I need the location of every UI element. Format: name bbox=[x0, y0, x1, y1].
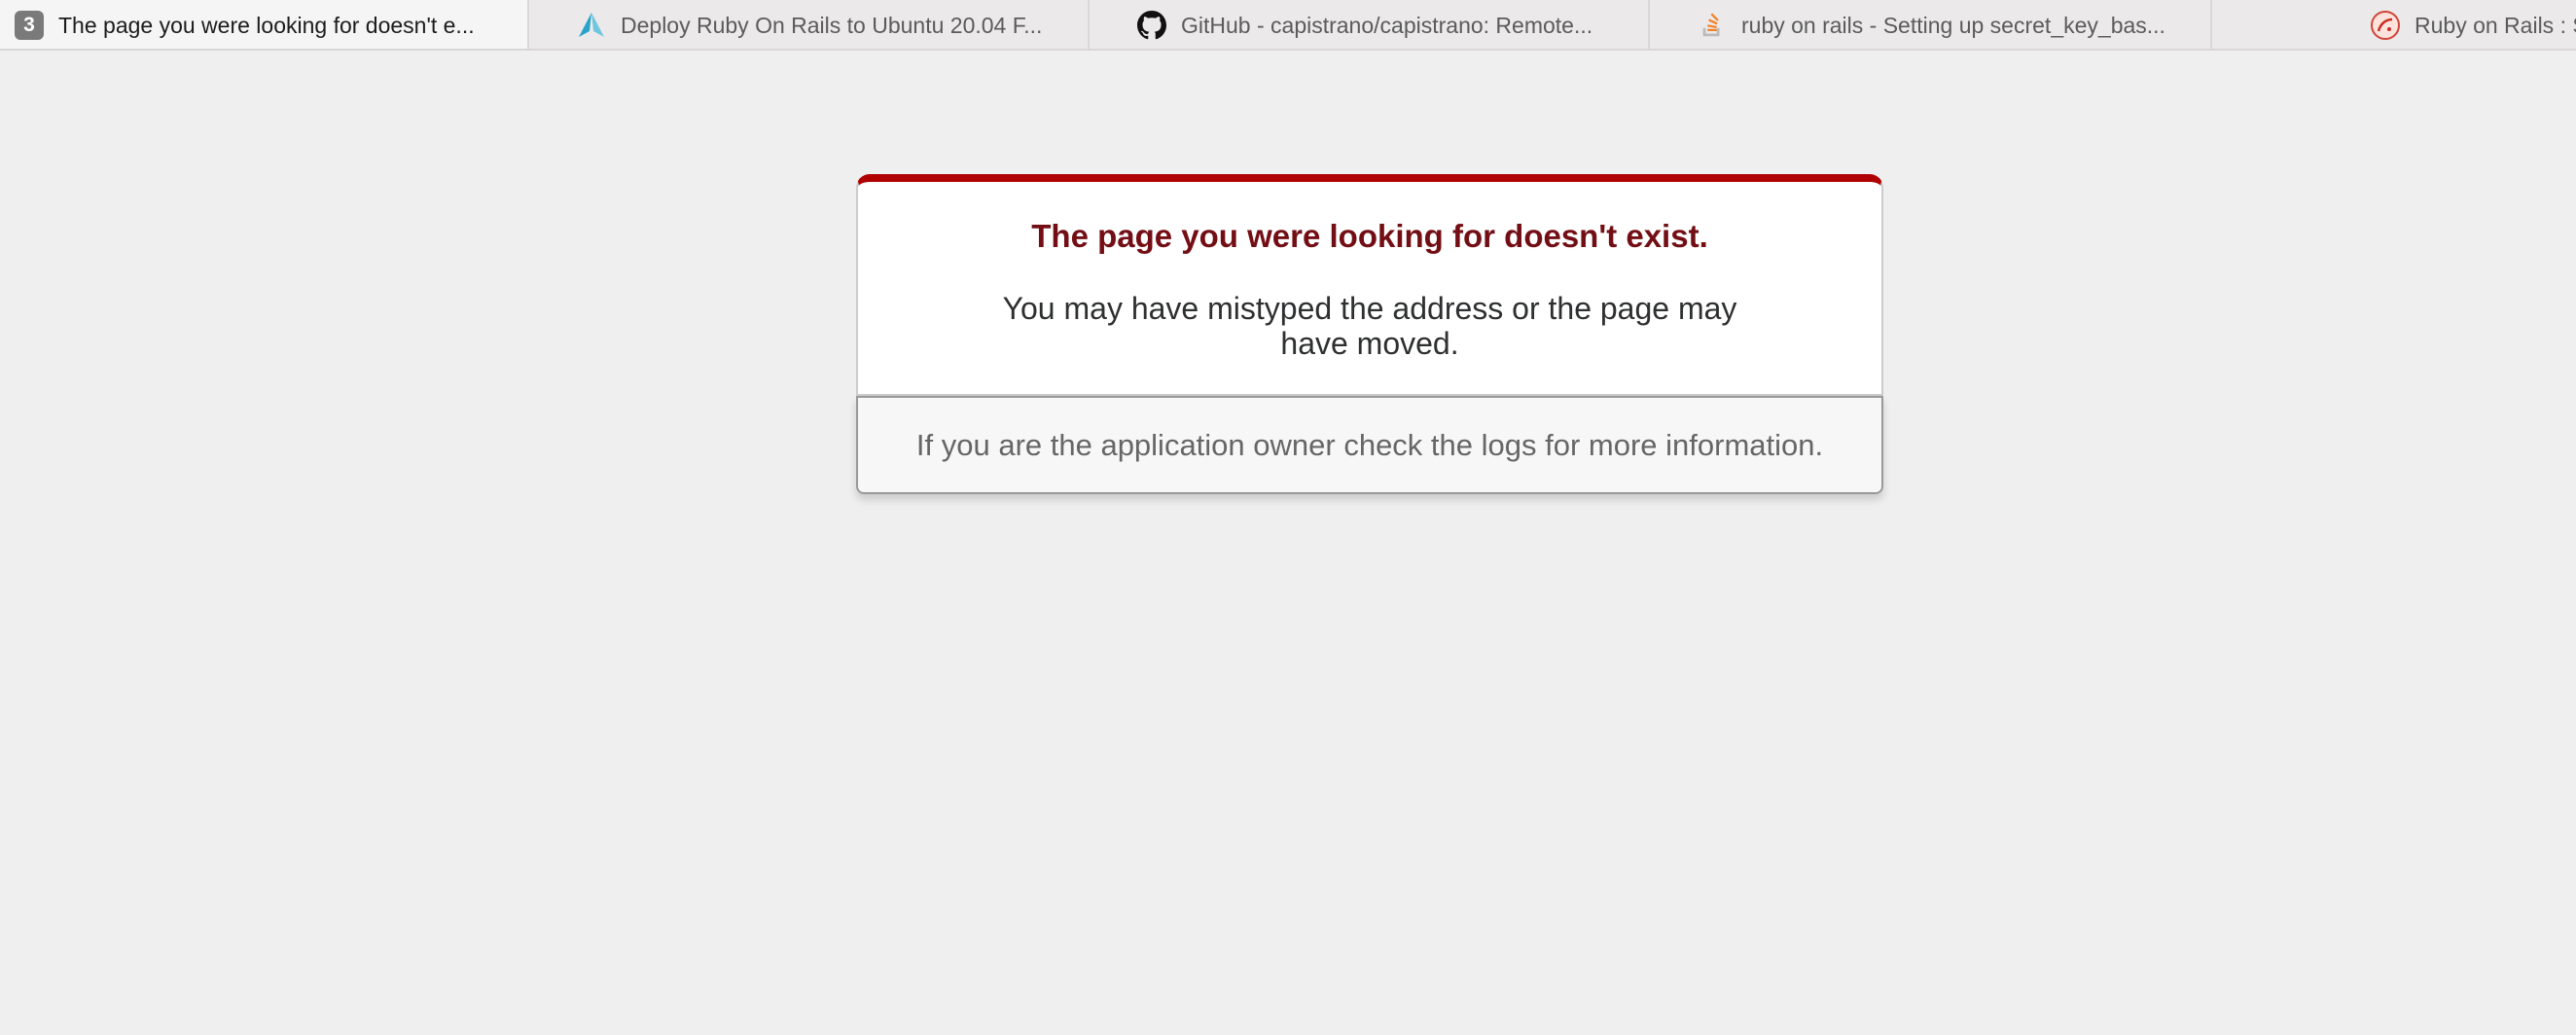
tab-ruby-on-rails[interactable]: Ruby on Rails : S bbox=[2212, 0, 2576, 49]
stackoverflow-icon bbox=[1697, 10, 1728, 41]
error-dialog: The page you were looking for doesn't ex… bbox=[856, 174, 1883, 494]
tab-title: ruby on rails - Setting up secret_key_ba… bbox=[1741, 12, 2165, 38]
error-message: You may have mistyped the address or the… bbox=[1002, 290, 1737, 361]
browser-tab-bar: 3 The page you were looking for doesn't … bbox=[0, 0, 2576, 51]
tab-github-capistrano[interactable]: GitHub - capistrano/capistrano: Remote..… bbox=[1090, 0, 1650, 49]
error-heading: The page you were looking for doesn't ex… bbox=[1031, 218, 1708, 254]
gorails-icon bbox=[576, 10, 607, 41]
tab-count-badge: 3 bbox=[15, 11, 44, 40]
tab-title: The page you were looking for doesn't e.… bbox=[58, 12, 475, 38]
tab-404-page[interactable]: 3 The page you were looking for doesn't … bbox=[0, 0, 529, 49]
tab-count-badge-icon: 3 bbox=[14, 10, 45, 41]
github-icon bbox=[1136, 10, 1167, 41]
tab-deploy-ruby-on-rails[interactable]: Deploy Ruby On Rails to Ubuntu 20.04 F..… bbox=[529, 0, 1090, 49]
tab-title: GitHub - capistrano/capistrano: Remote..… bbox=[1181, 12, 1593, 38]
rails-icon bbox=[2370, 10, 2401, 41]
tab-title: Ruby on Rails : S bbox=[2415, 12, 2576, 38]
tab-stackoverflow-secret-key[interactable]: ruby on rails - Setting up secret_key_ba… bbox=[1650, 0, 2212, 49]
tab-title: Deploy Ruby On Rails to Ubuntu 20.04 F..… bbox=[621, 12, 1043, 38]
error-dialog-body: The page you were looking for doesn't ex… bbox=[856, 174, 1883, 396]
owner-note: If you are the application owner check t… bbox=[856, 395, 1883, 494]
